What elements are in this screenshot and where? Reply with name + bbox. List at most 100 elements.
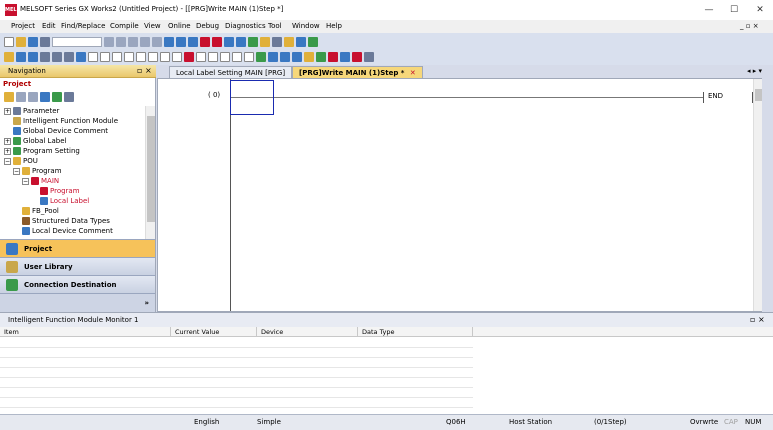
toolbar-dropdown[interactable] <box>52 36 102 47</box>
cross-ref-icon[interactable] <box>52 51 62 62</box>
open-icon[interactable] <box>16 36 26 47</box>
menu-view[interactable]: View <box>144 22 161 30</box>
navigation-pin-close[interactable]: ▫ × <box>137 66 152 75</box>
editor-scrollbar-thumb[interactable] <box>755 89 762 101</box>
write-mode-icon[interactable] <box>328 51 338 62</box>
write-plc-icon[interactable] <box>164 36 174 47</box>
menu-help[interactable]: Help <box>326 22 342 30</box>
tree-item[interactable]: Program <box>31 186 80 196</box>
save-icon[interactable] <box>28 36 38 47</box>
monitor-row[interactable] <box>0 368 473 378</box>
menu-diagnostics[interactable]: Diagnostics <box>225 22 266 30</box>
menu-find-replace[interactable]: Find/Replace <box>61 22 105 30</box>
menu-edit[interactable]: Edit <box>42 22 56 30</box>
tree-item[interactable]: − MAIN <box>22 176 59 186</box>
label-icon[interactable] <box>284 36 294 47</box>
tree-item[interactable]: Local Device Comment <box>13 226 113 236</box>
tree-scrollbar[interactable] <box>145 106 155 240</box>
tree-expander-icon[interactable]: + <box>4 107 11 115</box>
zoom-icon[interactable] <box>364 51 374 62</box>
tree-item[interactable]: Local Label <box>31 196 89 206</box>
monitor-row[interactable] <box>0 398 473 408</box>
tree-item[interactable]: + Program Setting <box>4 146 80 156</box>
delete-line-icon[interactable] <box>184 51 194 62</box>
invert-icon[interactable] <box>232 51 242 62</box>
verify-plc-icon[interactable] <box>188 36 198 47</box>
comment-icon[interactable] <box>296 36 306 47</box>
scan-time-icon[interactable] <box>308 36 318 47</box>
copy-icon[interactable] <box>116 36 126 47</box>
project-view-icon[interactable] <box>4 51 14 62</box>
statement-icon[interactable] <box>280 51 290 62</box>
device-list-icon[interactable] <box>64 51 74 62</box>
editor-scrollbar[interactable] <box>753 79 762 311</box>
coil-icon[interactable] <box>136 51 146 62</box>
window-icon[interactable] <box>16 51 26 62</box>
comment-edit-icon[interactable] <box>268 51 278 62</box>
monitor-pin-close[interactable]: ▫ × <box>750 315 765 324</box>
tree-scrollbar-thumb[interactable] <box>147 116 155 222</box>
column-header-current-value[interactable]: Current Value <box>171 327 257 337</box>
hline-icon[interactable] <box>160 51 170 62</box>
column-header-data-type[interactable]: Data Type <box>358 327 473 337</box>
end-instruction[interactable]: END <box>708 92 723 100</box>
nav-button-connection-destination[interactable]: Connection Destination <box>0 275 155 293</box>
operation-result-icon[interactable] <box>244 51 254 62</box>
nav-button-user-library[interactable]: User Library <box>0 257 155 275</box>
menu-project[interactable]: Project <box>11 22 35 30</box>
parallel-close-icon[interactable] <box>124 51 134 62</box>
parallel-open-icon[interactable] <box>112 51 122 62</box>
undo-icon[interactable] <box>140 36 150 47</box>
tree-item[interactable]: Global Device Comment <box>4 126 108 136</box>
device-batch-icon[interactable] <box>224 36 234 47</box>
device-display-icon[interactable] <box>304 51 314 62</box>
menu-window[interactable]: Window <box>292 22 320 30</box>
menu-compile[interactable]: Compile <box>110 22 139 30</box>
tab-nav-arrows[interactable]: ◂ ▸ ▾ <box>747 67 762 75</box>
new-icon[interactable] <box>4 36 14 47</box>
minimize-button[interactable]: — <box>697 0 721 20</box>
monitor-row[interactable] <box>0 378 473 388</box>
window-tile-icon[interactable] <box>28 51 38 62</box>
tree-item[interactable]: FB_Pool <box>13 206 59 216</box>
tree-expander-icon[interactable]: − <box>22 177 29 185</box>
falling-pulse-icon[interactable] <box>208 51 218 62</box>
tree-expander-icon[interactable]: + <box>4 137 11 145</box>
menu-debug[interactable]: Debug <box>196 22 219 30</box>
close-contact-icon[interactable] <box>100 51 110 62</box>
convert-icon[interactable] <box>256 51 266 62</box>
tab-local-label-setting[interactable]: Local Label Setting MAIN [PRG] <box>169 66 293 78</box>
nav-delete-icon[interactable] <box>16 92 26 102</box>
tree-expander-icon[interactable]: − <box>13 167 20 175</box>
redo-icon[interactable] <box>152 36 162 47</box>
ladder-editor[interactable]: ( 0) END <box>157 78 762 312</box>
diagnostics-icon[interactable] <box>260 36 270 47</box>
nav-open-icon[interactable] <box>40 92 50 102</box>
cursor-box[interactable] <box>230 80 274 115</box>
child-window-controls[interactable]: _ ▫ × <box>740 22 759 30</box>
note-icon[interactable] <box>292 51 302 62</box>
compile-icon[interactable] <box>248 36 258 47</box>
nav-button-project[interactable]: Project <box>0 239 155 257</box>
pulse-parallel-icon[interactable] <box>220 51 230 62</box>
help-icon[interactable] <box>40 36 50 47</box>
tree-expander-icon[interactable]: − <box>4 157 11 165</box>
monitor-stop-icon[interactable] <box>212 36 222 47</box>
nav-filter-icon[interactable] <box>64 92 74 102</box>
tree-item[interactable]: − POU <box>4 156 38 166</box>
monitor-start-icon[interactable] <box>200 36 210 47</box>
monitor-row[interactable] <box>0 358 473 368</box>
menu-online[interactable]: Online <box>168 22 191 30</box>
nav-more-button[interactable]: » <box>0 293 155 312</box>
tree-item[interactable]: + Parameter <box>4 106 59 116</box>
instruction-icon[interactable] <box>148 51 158 62</box>
monitor-row[interactable] <box>0 388 473 398</box>
tree-item[interactable]: Intelligent Function Module <box>4 116 118 126</box>
tab-close-icon[interactable]: ✕ <box>410 69 416 77</box>
read-mode-icon[interactable] <box>316 51 326 62</box>
cut-icon[interactable] <box>104 36 114 47</box>
tab-write-main[interactable]: [PRG]Write MAIN (1)Step * ✕ <box>292 66 423 78</box>
rising-pulse-icon[interactable] <box>196 51 206 62</box>
nav-refresh-icon[interactable] <box>52 92 62 102</box>
vline-icon[interactable] <box>172 51 182 62</box>
